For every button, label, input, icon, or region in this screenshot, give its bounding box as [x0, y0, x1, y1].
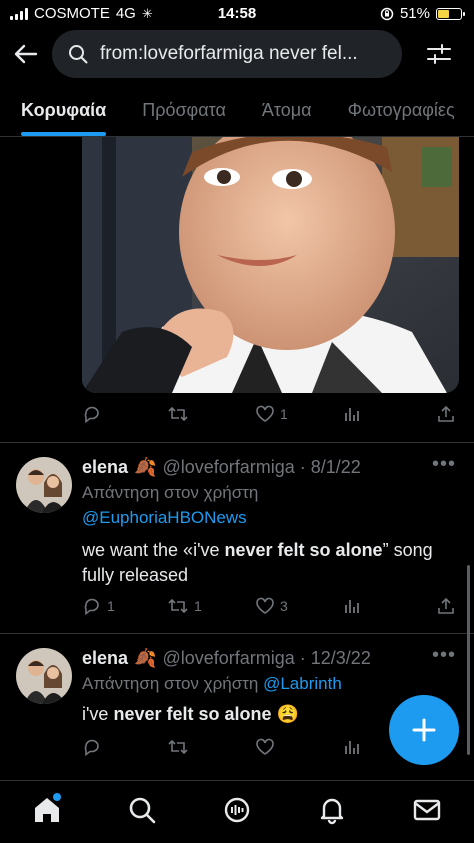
- tweet-header: elena 🍂 @loveforfarmiga · 12/3/22: [82, 648, 371, 669]
- display-name[interactable]: elena: [82, 457, 128, 478]
- scrollbar[interactable]: [467, 565, 470, 755]
- share-button[interactable]: [436, 596, 456, 616]
- status-bar: COSMOTE 4G ✳ 14:58 51%: [0, 0, 474, 28]
- share-button[interactable]: [436, 404, 456, 424]
- views-button[interactable]: [342, 737, 362, 757]
- tweet-header: elena 🍂 @loveforfarmiga · 8/1/22: [82, 457, 361, 478]
- display-name[interactable]: elena: [82, 648, 128, 669]
- reply-button[interactable]: 1: [82, 596, 167, 616]
- like-count: 1: [280, 406, 288, 422]
- more-options-icon[interactable]: •••: [432, 644, 456, 667]
- like-button[interactable]: 1: [255, 404, 342, 424]
- tweet-text-part: i've: [82, 704, 114, 724]
- retweet-count: 1: [194, 598, 202, 614]
- battery-icon: [436, 7, 465, 20]
- retweet-icon: [168, 406, 188, 422]
- tweet-text-part: 😩: [271, 704, 299, 724]
- like-button[interactable]: [255, 737, 342, 757]
- like-count: 3: [280, 598, 288, 614]
- plus-icon: [412, 718, 436, 742]
- retweet-button[interactable]: [167, 404, 255, 424]
- filter-settings-icon[interactable]: [426, 41, 452, 67]
- heart-icon: [256, 597, 274, 614]
- share-icon: [438, 597, 454, 614]
- tweet-actions: 1 1 3: [82, 594, 458, 618]
- search-icon: [129, 797, 156, 824]
- like-button[interactable]: 3: [255, 596, 342, 616]
- search-bar[interactable]: [52, 30, 402, 78]
- boy-photo: [82, 137, 459, 393]
- retweet-button[interactable]: 1: [167, 596, 255, 616]
- reply-prefix: Απάντηση στον χρήστη: [82, 674, 259, 693]
- reply-to-link[interactable]: @Labrinth: [263, 674, 342, 693]
- tweet-text: we want the «i've never felt so alone” s…: [82, 538, 462, 588]
- tab-top[interactable]: Κορυφαία: [0, 88, 124, 136]
- views-button[interactable]: [342, 596, 436, 616]
- search-tabs: Κορυφαία Πρόσφατα Άτομα Φωτογραφίες: [0, 88, 474, 137]
- tweet-text-highlight: never felt so alone: [224, 540, 383, 560]
- nav-notifications[interactable]: [317, 795, 347, 825]
- battery-percent: 51%: [399, 5, 430, 22]
- retweet-icon: [168, 598, 188, 614]
- heart-icon: [256, 405, 274, 422]
- reply-to-link[interactable]: @EuphoriaHBONews: [82, 508, 247, 528]
- retweet-button[interactable]: [167, 737, 255, 757]
- more-options-icon[interactable]: •••: [432, 453, 456, 476]
- reply-icon: [84, 598, 99, 616]
- reply-context: Απάντηση στον χρήστη: [82, 483, 259, 502]
- rotation-lock-icon: [380, 7, 394, 20]
- tweet-text-part: we want the «i've: [82, 540, 225, 560]
- handle-and-date[interactable]: @loveforfarmiga · 8/1/22: [162, 457, 360, 478]
- tab-photos[interactable]: Φωτογραφίες: [330, 88, 473, 136]
- compose-tweet-button[interactable]: [389, 695, 459, 765]
- nav-messages[interactable]: [412, 795, 442, 825]
- retweet-icon: [168, 739, 188, 755]
- reply-button[interactable]: [82, 404, 167, 424]
- reply-context: Απάντηση στον χρήστη @Labrinth: [82, 674, 342, 694]
- tweet-text-highlight: never felt so alone: [113, 704, 272, 724]
- search-header: [0, 28, 474, 80]
- heart-icon: [256, 738, 274, 755]
- share-icon: [438, 405, 454, 422]
- messages-icon: [413, 799, 441, 821]
- tab-latest[interactable]: Πρόσφατα: [124, 88, 244, 136]
- leaf-emoji: 🍂: [134, 648, 157, 668]
- avatar[interactable]: [16, 648, 72, 704]
- views-chart-icon: [345, 741, 359, 754]
- reply-count: 1: [107, 598, 115, 614]
- reply-icon: [84, 739, 99, 757]
- search-input[interactable]: [98, 42, 392, 66]
- reply-button[interactable]: [82, 737, 167, 757]
- nav-spaces[interactable]: [222, 795, 252, 825]
- reply-icon: [84, 406, 99, 424]
- avatar[interactable]: [16, 457, 72, 513]
- tweet-image[interactable]: [82, 137, 459, 393]
- notifications-icon: [320, 798, 344, 825]
- search-icon: [69, 45, 88, 64]
- bottom-navigation: [0, 780, 474, 843]
- views-chart-icon: [345, 600, 359, 613]
- views-button[interactable]: [342, 404, 436, 424]
- nav-search[interactable]: [127, 795, 157, 825]
- leaf-emoji: 🍂: [134, 457, 157, 477]
- back-arrow-icon[interactable]: [12, 40, 40, 68]
- tweet-actions: [82, 735, 382, 759]
- spaces-icon: [224, 797, 250, 823]
- views-chart-icon: [345, 408, 359, 421]
- tweet-actions: 1: [82, 402, 458, 426]
- tab-people[interactable]: Άτομα: [244, 88, 330, 136]
- handle-and-date[interactable]: @loveforfarmiga · 12/3/22: [162, 648, 370, 669]
- notification-dot: [53, 793, 61, 801]
